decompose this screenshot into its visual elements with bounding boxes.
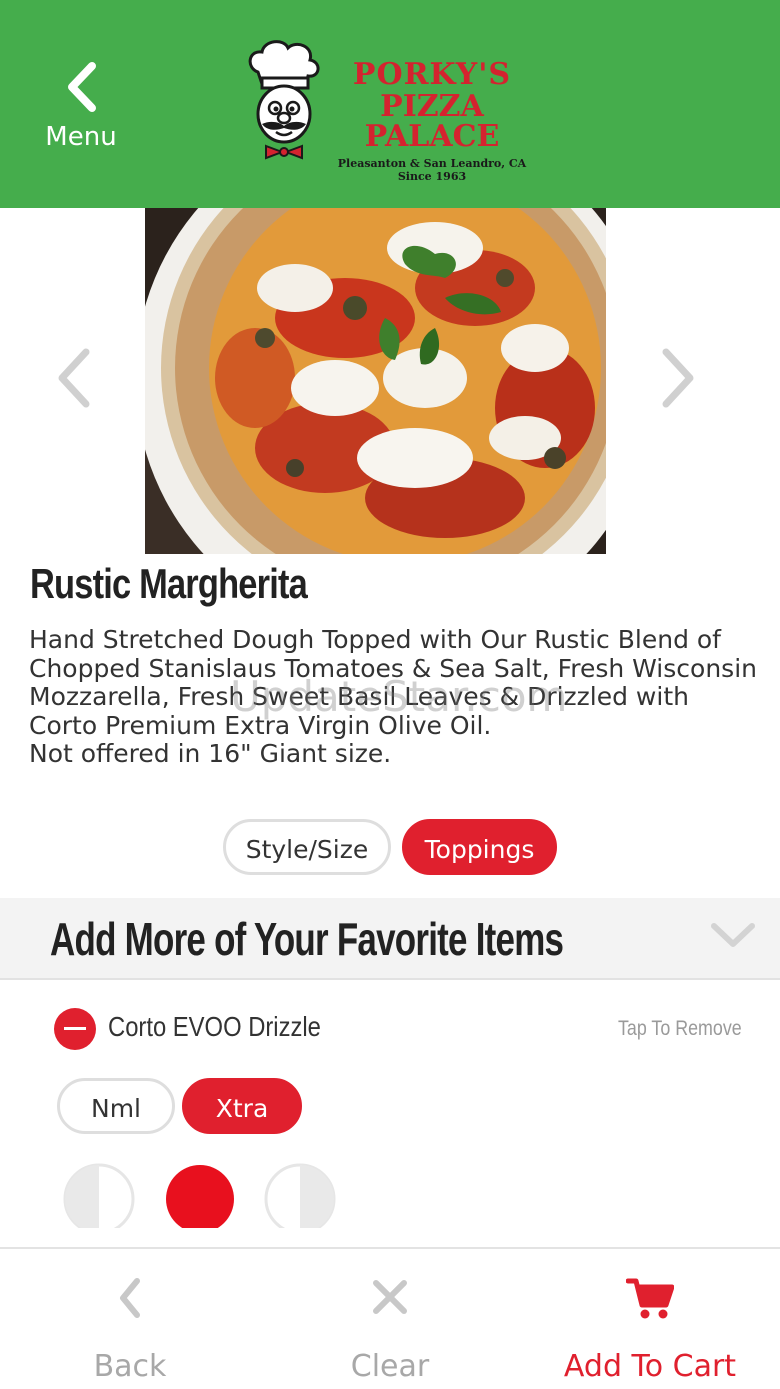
portion-left-half-button[interactable]: [62, 1162, 136, 1228]
logo-since: Since 1963: [397, 170, 467, 183]
item-description: Hand Stretched Dough Topped with Our Rus…: [29, 625, 757, 740]
carousel-prev-button[interactable]: [56, 348, 92, 412]
logo-wordmark: PORKY'S PIZZA PALACE Pleasanton & San Le…: [322, 57, 542, 183]
topping-name: Corto EVOO Drizzle: [108, 1011, 321, 1042]
chevron-right-icon: [662, 348, 694, 408]
clear-label: Clear: [350, 1349, 430, 1384]
bottom-action-bar: Back Clear Add To Cart: [0, 1247, 780, 1389]
amount-extra-button[interactable]: Xtra: [182, 1078, 302, 1134]
chevron-left-icon: [120, 1278, 140, 1318]
logo-line-1: PORKY'S: [352, 57, 512, 92]
left-half-circle-icon: [63, 1163, 135, 1228]
add-to-cart-label: Add To Cart: [563, 1349, 737, 1384]
close-icon: [373, 1280, 407, 1314]
photo-carousel: [0, 208, 780, 554]
remove-topping-button[interactable]: [54, 1008, 96, 1050]
chef-mascot-icon: [248, 40, 320, 160]
chevron-left-icon: [58, 348, 90, 408]
pizza-photo: [145, 208, 606, 554]
tap-to-remove-link[interactable]: Tap To Remove: [618, 1017, 742, 1041]
logo-location: Pleasanton & San Leandro, CA: [337, 157, 527, 170]
chevron-down-icon: [711, 923, 755, 947]
clear-button[interactable]: Clear: [300, 1249, 480, 1389]
tab-style-size[interactable]: Style/Size: [223, 819, 391, 875]
item-description-block: Hand Stretched Dough Topped with Our Rus…: [29, 625, 759, 769]
chevron-left-icon: [68, 62, 96, 112]
carousel-next-button[interactable]: [660, 348, 696, 412]
right-half-circle-icon: [264, 1163, 336, 1228]
back-label: Back: [93, 1349, 167, 1384]
menu-label: Menu: [45, 122, 117, 152]
brand-logo: PORKY'S PIZZA PALACE Pleasanton & San Le…: [240, 38, 540, 182]
tab-toppings[interactable]: Toppings: [402, 819, 557, 875]
logo-line-2: PIZZA PALACE: [364, 89, 500, 154]
pizza-image: [145, 208, 606, 554]
portion-right-half-button[interactable]: [263, 1162, 337, 1228]
app-header: Menu PORKY'S PIZZA PALACE Pleasanton & S…: [0, 0, 780, 208]
menu-back-button[interactable]: Menu: [36, 62, 126, 162]
whole-circle-icon: [166, 1165, 234, 1228]
add-to-cart-button[interactable]: Add To Cart: [540, 1249, 760, 1389]
section-header[interactable]: Add More of Your Favorite Items: [0, 898, 780, 980]
portion-whole-button[interactable]: [163, 1162, 237, 1228]
item-size-note: Not offered in 16" Giant size.: [29, 739, 392, 768]
item-title: Rustic Margherita: [30, 560, 308, 607]
amount-normal-button[interactable]: Nml: [57, 1078, 175, 1134]
back-button[interactable]: Back: [40, 1249, 220, 1389]
shopping-cart-icon: [626, 1278, 674, 1319]
section-title: Add More of Your Favorite Items: [50, 913, 564, 965]
